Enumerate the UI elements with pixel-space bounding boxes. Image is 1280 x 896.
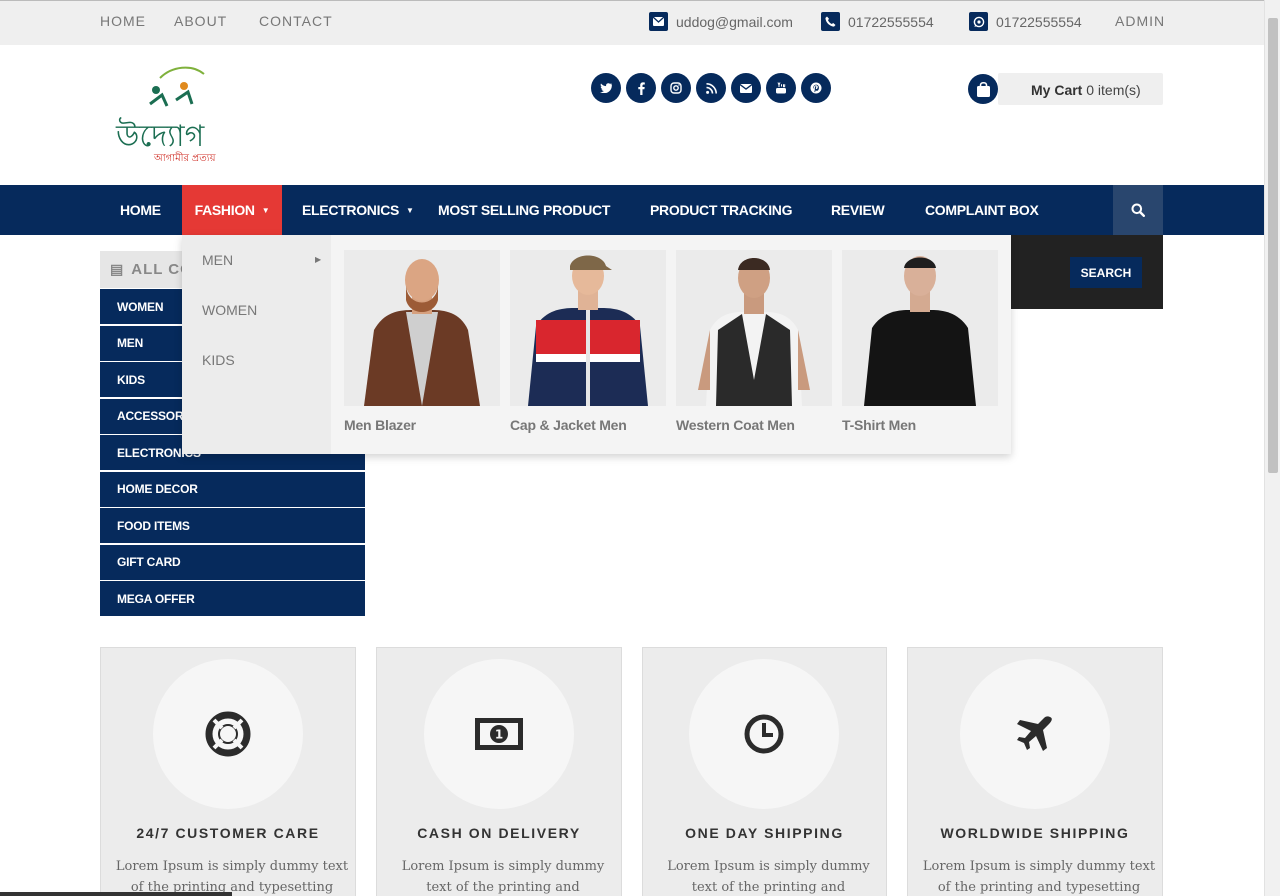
search-toggle-button[interactable]: [1113, 185, 1163, 235]
nav-fashion[interactable]: FASHION ▼: [182, 185, 282, 235]
svg-text:1: 1: [495, 728, 503, 742]
feature-text: Lorem Ipsum is simply dummy text of the …: [667, 859, 870, 895]
cart-label: My Cart: [1031, 82, 1083, 98]
nav-fashion-label: FASHION: [194, 202, 255, 218]
pinterest-icon[interactable]: [801, 73, 831, 103]
top-link-about[interactable]: ABOUT: [174, 13, 227, 29]
rss-icon[interactable]: [696, 73, 726, 103]
main-navigation: HOME FASHION ▼ ELECTRONICS ▼ MOST SELLIN…: [0, 185, 1264, 235]
admin-link[interactable]: ADMIN: [1115, 13, 1165, 29]
search-button[interactable]: SEARCH: [1070, 257, 1142, 288]
feature-box: WORLDWIDE SHIPPING Lorem Ipsum is simply…: [907, 647, 1163, 896]
nav-review[interactable]: REVIEW: [831, 185, 885, 235]
search-panel: SEARCH: [1005, 235, 1163, 309]
submenu-kids[interactable]: KIDS: [202, 352, 235, 368]
fashion-submenu: MEN ▶ WOMEN KIDS: [182, 235, 331, 454]
category-item[interactable]: MEGA OFFER: [100, 581, 365, 616]
product-image-men-blazer[interactable]: [344, 250, 500, 406]
category-item[interactable]: FOOD ITEMS: [100, 508, 365, 543]
phone-text: 01722555554: [848, 13, 934, 30]
cart-widget[interactable]: My Cart 0 item(s): [968, 73, 1163, 105]
social-icons: [591, 73, 831, 103]
product-name[interactable]: Western Coat Men: [676, 417, 832, 433]
submenu-men[interactable]: MEN: [202, 252, 233, 268]
fashion-mega-menu: MEN ▶ WOMEN KIDS Men Blazer Cap & Jacket…: [182, 235, 1011, 454]
envelope-icon: [649, 12, 668, 31]
nav-most-selling[interactable]: MOST SELLING PRODUCT: [438, 185, 610, 235]
whatsapp-contact[interactable]: 01722555554: [969, 12, 1082, 31]
feature-text: Lorem Ipsum is simply dummy text of the …: [115, 859, 349, 895]
whatsapp-icon: [969, 12, 988, 31]
nav-review-label: REVIEW: [831, 202, 885, 218]
feature-box: 24/7 CUSTOMER CARE Lorem Ipsum is simply…: [100, 647, 356, 896]
phone-contact[interactable]: 01722555554: [821, 12, 934, 31]
scrollbar-thumb[interactable]: [1268, 18, 1278, 473]
nav-complaint-box[interactable]: COMPLAINT BOX: [925, 185, 1039, 235]
feature-title: 24/7 CUSTOMER CARE: [136, 825, 320, 841]
plane-icon: [960, 659, 1110, 809]
product-image-t-shirt[interactable]: [842, 250, 998, 406]
category-item[interactable]: GIFT CARD: [100, 544, 365, 580]
top-link-contact[interactable]: CONTACT: [259, 13, 333, 29]
top-link-home[interactable]: HOME: [100, 13, 146, 29]
feature-box: ONE DAY SHIPPING Lorem Ipsum is simply d…: [642, 647, 887, 896]
caret-right-icon: ▶: [315, 255, 322, 264]
youtube-icon[interactable]: [766, 73, 796, 103]
product-name[interactable]: T-Shirt Men: [842, 417, 998, 433]
nav-home[interactable]: HOME: [120, 185, 161, 235]
logo-tagline: আগামীর প্রত্যয়: [154, 153, 216, 164]
clock-icon: [689, 659, 839, 809]
shopping-bag-icon: [968, 74, 998, 104]
whatsapp-text: 01722555554: [996, 13, 1082, 30]
product-name[interactable]: Cap & Jacket Men: [510, 417, 666, 433]
facebook-icon[interactable]: [626, 73, 656, 103]
nav-electronics-label: ELECTRONICS: [302, 202, 400, 218]
life-ring-icon: [153, 659, 303, 809]
feature-text: Lorem Ipsum is simply dummy text of the …: [922, 859, 1156, 895]
twitter-icon[interactable]: [591, 73, 621, 103]
product-name[interactable]: Men Blazer: [344, 417, 500, 433]
feature-text: Lorem Ipsum is simply dummy text of the …: [401, 859, 605, 895]
category-item[interactable]: HOME DECOR: [100, 471, 365, 507]
feature-title: ONE DAY SHIPPING: [685, 825, 844, 841]
envelope-icon[interactable]: [731, 73, 761, 103]
product-image-cap-jacket[interactable]: [510, 250, 666, 406]
product-card[interactable]: Western Coat Men: [676, 250, 832, 433]
site-logo[interactable]: উদ্যোগ আগামীর প্রত্যয়: [112, 64, 242, 168]
phone-icon: [821, 12, 840, 31]
page-scrollbar[interactable]: [1264, 0, 1280, 896]
money-icon: 1: [424, 659, 574, 809]
submenu-women[interactable]: WOMEN: [202, 302, 257, 318]
nav-product-tracking[interactable]: PRODUCT TRACKING: [650, 185, 793, 235]
feature-title: CASH ON DELIVERY: [417, 825, 581, 841]
email-contact[interactable]: uddog@gmail.com: [649, 12, 793, 31]
nav-product-tracking-label: PRODUCT TRACKING: [650, 202, 793, 218]
product-card[interactable]: T-Shirt Men: [842, 250, 998, 433]
feature-box: 1 CASH ON DELIVERY Lorem Ipsum is simply…: [376, 647, 622, 896]
bottom-edge-bar: [0, 892, 232, 896]
search-icon: [1131, 203, 1145, 217]
instagram-icon[interactable]: [661, 73, 691, 103]
nav-complaint-box-label: COMPLAINT BOX: [925, 202, 1039, 218]
nav-electronics[interactable]: ELECTRONICS ▼: [302, 185, 414, 235]
product-image-western-coat[interactable]: [676, 250, 832, 406]
top-bar: HOME ABOUT CONTACT uddog@gmail.com 01722…: [0, 0, 1264, 45]
feature-title: WORLDWIDE SHIPPING: [940, 825, 1130, 841]
product-card[interactable]: Cap & Jacket Men: [510, 250, 666, 433]
nav-home-label: HOME: [120, 202, 161, 218]
cart-summary: My Cart 0 item(s): [998, 73, 1163, 105]
cart-count: 0 item(s): [1086, 82, 1141, 98]
caret-down-icon: ▼: [406, 205, 414, 215]
list-icon: ▤: [110, 261, 125, 277]
product-card[interactable]: Men Blazer: [344, 250, 500, 433]
email-text: uddog@gmail.com: [676, 13, 793, 30]
caret-down-icon: ▼: [261, 205, 270, 215]
nav-most-selling-label: MOST SELLING PRODUCT: [438, 202, 611, 218]
